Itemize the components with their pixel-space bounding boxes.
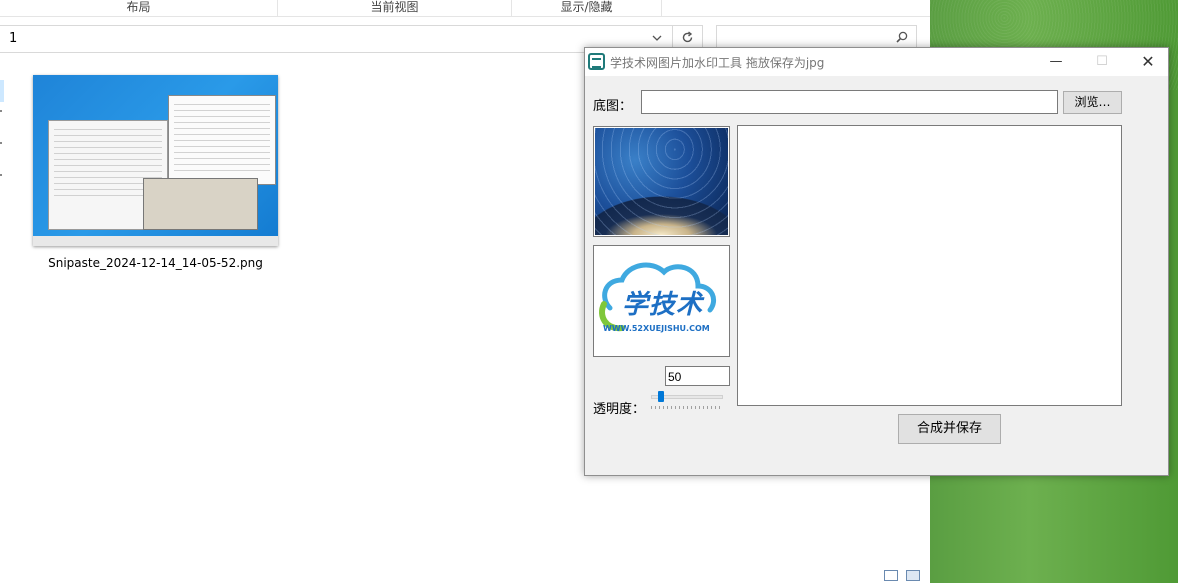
file-item[interactable]: Snipaste_2024-12-14_14-05-52.png (33, 75, 278, 270)
space-image (595, 128, 728, 235)
app-icon (588, 53, 605, 70)
opacity-label: 透明度： (593, 402, 646, 417)
result-preview[interactable] (737, 125, 1122, 406)
maximize-button[interactable]: ☐ (1079, 48, 1125, 76)
thumbnail-window (143, 178, 258, 230)
title-bar[interactable]: 学技术网图片加水印工具 拖放保存为jpg — ☐ ✕ (585, 48, 1168, 76)
ribbon-group-current-view[interactable]: 当前视图 (278, 0, 512, 17)
thumbnail-view-icon[interactable] (906, 570, 920, 581)
browse-button[interactable]: 浏览… (1063, 91, 1122, 114)
base-image-label: 底图： (593, 99, 633, 114)
search-icon (896, 31, 908, 47)
ribbon-group-show-hide[interactable]: 显示/隐藏 (512, 0, 662, 17)
thumbnail-taskbar (33, 236, 278, 246)
minimize-button[interactable]: — (1033, 48, 1079, 76)
watermark-image-preview[interactable]: 学技术 WWW.52XUEJISHU.COM (593, 245, 730, 357)
base-image-preview[interactable] (593, 126, 730, 237)
slider-ticks (651, 406, 723, 409)
slider-thumb[interactable] (658, 391, 664, 402)
thumbnail-window (168, 95, 276, 185)
view-switcher (884, 570, 928, 583)
base-image-path-field[interactable] (641, 90, 1058, 114)
watermark-tool-window: 学技术网图片加水印工具 拖放保存为jpg — ☐ ✕ 底图： 浏览… 学技术 W… (584, 47, 1169, 476)
close-button[interactable]: ✕ (1125, 48, 1171, 76)
chevron-down-icon[interactable] (648, 32, 666, 48)
file-name: Snipaste_2024-12-14_14-05-52.png (48, 256, 263, 270)
logo-text: 学技术 (622, 290, 704, 320)
nav-pane-markers (0, 110, 3, 206)
file-thumbnail (33, 75, 278, 246)
merge-save-button[interactable]: 合成并保存 (898, 414, 1001, 444)
explorer-ribbon: 布局 当前视图 显示/隐藏 (0, 0, 930, 17)
logo-url: WWW.52XUEJISHU.COM (603, 324, 710, 333)
address-text: 1 (9, 31, 18, 46)
window-title: 学技术网图片加水印工具 拖放保存为jpg (610, 56, 825, 70)
opacity-value-field[interactable] (665, 366, 730, 386)
details-view-icon[interactable] (884, 570, 898, 581)
opacity-slider[interactable] (649, 390, 725, 412)
ribbon-group-layout[interactable]: 布局 (0, 0, 278, 17)
site-logo: 学技术 WWW.52XUEJISHU.COM (594, 246, 729, 356)
nav-pane-selection (0, 80, 4, 102)
